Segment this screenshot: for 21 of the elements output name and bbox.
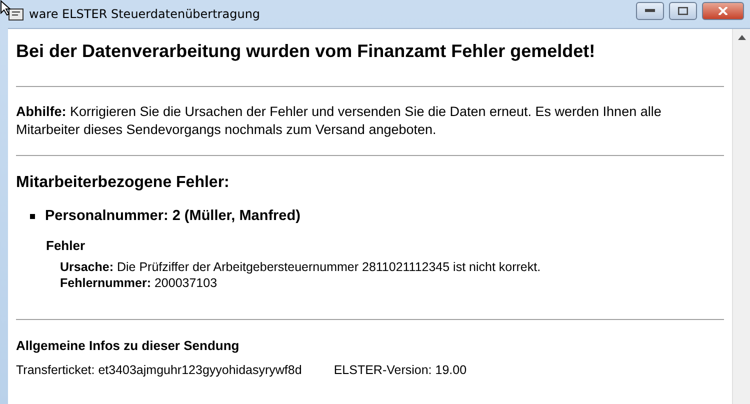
app-icon — [8, 6, 24, 22]
minimize-button[interactable] — [636, 2, 664, 20]
section-title: Mitarbeiterbezogene Fehler: — [16, 174, 230, 192]
error-heading: Bei der Datenverarbeitung wurden vom Finanzamt Fehler gemeldet! — [16, 41, 596, 62]
window-title: ware ELSTER Steuerdatenübertragung — [29, 7, 262, 21]
transfer-ticket: Transferticket: et3403ajmguhr123gyyohidasyrywf8d — [16, 363, 302, 377]
error-detail: Ursache: Die Prüfziffer der Arbeitgebersteuernummer 2811021112345 ist nicht korrekt. — [60, 259, 542, 275]
elster-version: ELSTER-Version: 19.00 — [334, 363, 467, 377]
error-detail: Fehlernummer: 200037103 — [60, 275, 218, 291]
scrollbar[interactable] — [732, 29, 750, 404]
minimize-icon — [645, 9, 655, 13]
errors-title: Fehler — [46, 238, 86, 253]
maximize-button[interactable] — [669, 2, 697, 20]
close-icon — [718, 7, 728, 15]
scroll-up-icon[interactable] — [738, 35, 746, 40]
info-title: Allgemeine Infos zu dieser Sendung — [16, 338, 240, 353]
maximize-icon — [678, 7, 688, 15]
remedy-text: Abhilfe: Korrigieren Sie die Ursachen der Fehler und versenden Sie die Daten erneut. Es werden Ihnen alle Mitarbeiter dieses Sendevorgangs nochmals zum Versand angeboten. — [16, 103, 662, 139]
employee-title: Personalnummer: 2 (Müller, Manfred) — [45, 208, 300, 224]
bullet-icon — [30, 214, 35, 218]
close-button[interactable] — [702, 2, 744, 20]
